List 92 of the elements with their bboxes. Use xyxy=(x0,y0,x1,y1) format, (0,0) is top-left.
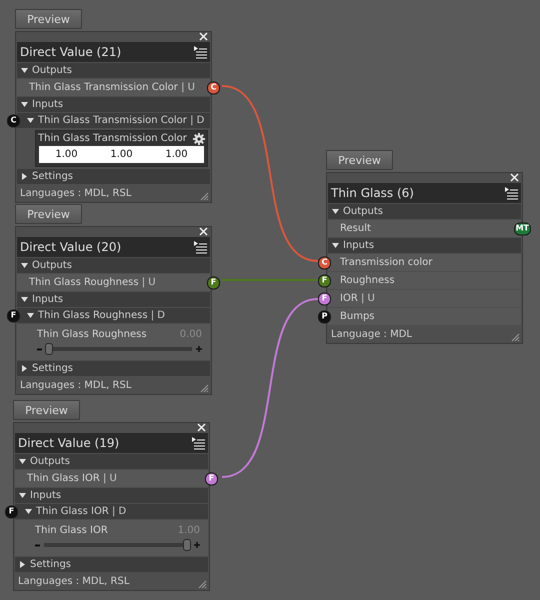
expand-triangle-icon[interactable] xyxy=(27,312,34,319)
input-group-label: Thin Glass Transmission Color | D xyxy=(38,114,204,128)
input-row[interactable]: IOR | U xyxy=(328,290,521,307)
output-row[interactable]: Thin Glass IOR | U xyxy=(15,470,208,487)
section-header[interactable]: Inputs xyxy=(15,488,208,503)
language-label: Languages : MDL, RSL xyxy=(20,188,132,199)
expand-triangle-icon[interactable] xyxy=(21,365,28,372)
section-header[interactable]: Outputs xyxy=(17,63,210,78)
slider-thumb[interactable] xyxy=(45,342,53,354)
socket-port[interactable]: F xyxy=(318,274,331,287)
expand-triangle-icon[interactable] xyxy=(21,262,28,269)
section-label: Settings xyxy=(30,558,72,572)
input-group-header[interactable]: Thin Glass Transmission Color | D xyxy=(17,113,210,128)
socket-port[interactable]: C xyxy=(318,256,331,269)
plus-icon[interactable] xyxy=(196,346,202,352)
resize-grip-icon[interactable] xyxy=(511,333,520,342)
expand-triangle-icon[interactable] xyxy=(25,508,32,515)
section-header[interactable]: Settings xyxy=(15,557,208,572)
menu-icon[interactable] xyxy=(504,186,518,200)
section-header[interactable]: Settings xyxy=(17,169,210,184)
section-header[interactable]: Inputs xyxy=(17,292,210,307)
expand-triangle-icon[interactable] xyxy=(19,561,26,568)
plus-icon[interactable] xyxy=(194,542,200,548)
socket-port[interactable]: C xyxy=(207,81,220,94)
input-row[interactable]: Roughness xyxy=(328,272,521,289)
preview-button[interactable]: Preview xyxy=(15,9,82,29)
settings-icon[interactable] xyxy=(193,132,205,144)
menu-icon[interactable] xyxy=(193,240,207,254)
preview-button[interactable]: Preview xyxy=(326,150,393,170)
expand-triangle-icon[interactable] xyxy=(21,173,28,180)
node-title: Direct Value (19) xyxy=(18,436,120,450)
input-group-header[interactable]: Thin Glass Roughness | D xyxy=(17,308,210,323)
expand-triangle-icon[interactable] xyxy=(21,296,28,303)
input-group-label: Thin Glass IOR | D xyxy=(36,505,126,519)
slider-label: Thin Glass IOR xyxy=(35,524,108,536)
preview-button[interactable]: Preview xyxy=(15,204,82,224)
section-label: Settings xyxy=(32,170,74,184)
node-title: Direct Value (21) xyxy=(20,45,122,59)
expand-triangle-icon[interactable] xyxy=(27,117,34,124)
input-group-header[interactable]: Thin Glass IOR | D xyxy=(15,504,208,519)
section-label: Inputs xyxy=(343,239,374,253)
language-label: Languages : MDL, RSL xyxy=(20,380,132,391)
socket-port[interactable]: F xyxy=(7,309,20,322)
section-header[interactable]: Inputs xyxy=(17,97,210,112)
section-label: Outputs xyxy=(343,205,383,219)
socket-port[interactable]: F xyxy=(5,505,18,518)
minus-icon[interactable] xyxy=(37,348,42,350)
section-label: Inputs xyxy=(32,98,64,112)
input-row[interactable]: Transmission color xyxy=(328,254,521,271)
output-row[interactable]: Thin Glass Transmission Color | U xyxy=(17,79,210,96)
close-icon[interactable] xyxy=(510,173,519,182)
section-label: Outputs xyxy=(30,455,70,469)
section-header[interactable]: Outputs xyxy=(17,258,210,273)
section-label: Outputs xyxy=(32,64,72,78)
editor-label: Thin Glass Transmission Color xyxy=(38,132,187,146)
menu-icon[interactable] xyxy=(191,436,205,450)
language-label: Languages : MDL, RSL xyxy=(18,576,130,587)
resize-grip-icon[interactable] xyxy=(198,580,207,589)
expand-triangle-icon[interactable] xyxy=(332,242,339,249)
close-icon[interactable] xyxy=(197,423,206,432)
preview-button[interactable]: Preview xyxy=(13,400,80,420)
expand-triangle-icon[interactable] xyxy=(21,101,28,108)
menu-icon[interactable] xyxy=(193,46,207,58)
expand-triangle-icon[interactable] xyxy=(19,458,26,465)
close-icon[interactable] xyxy=(199,227,208,236)
output-row[interactable]: Thin Glass Roughness | U xyxy=(17,274,210,291)
slider-label: Thin Glass Roughness xyxy=(37,328,147,340)
section-label: Settings xyxy=(32,362,74,376)
expand-triangle-icon[interactable] xyxy=(21,67,28,74)
resize-grip-icon[interactable] xyxy=(200,192,209,201)
section-label: Inputs xyxy=(30,489,62,503)
socket-port[interactable]: F xyxy=(207,276,220,289)
input-row[interactable]: Bumps xyxy=(328,308,521,325)
section-header[interactable]: Outputs xyxy=(15,454,208,469)
section-label: Outputs xyxy=(32,259,72,273)
slider-thumb[interactable] xyxy=(183,538,191,550)
socket-port[interactable]: P xyxy=(318,310,331,323)
expand-triangle-icon[interactable] xyxy=(332,208,339,215)
resize-grip-icon[interactable] xyxy=(200,384,209,393)
section-header[interactable]: Inputs xyxy=(328,238,521,253)
close-icon[interactable] xyxy=(199,32,208,41)
language-label: Language : MDL xyxy=(331,329,412,340)
expand-triangle-icon[interactable] xyxy=(19,492,26,499)
minus-icon[interactable] xyxy=(35,544,40,546)
section-label: Inputs xyxy=(32,293,64,307)
section-header[interactable]: Outputs xyxy=(328,204,521,219)
color-value-field[interactable]: 1.00 1.00 1.00 xyxy=(39,146,204,163)
node-title: Thin Glass (6) xyxy=(331,186,414,200)
socket-port[interactable]: C xyxy=(7,114,20,127)
input-group-label: Thin Glass Roughness | D xyxy=(38,309,165,323)
section-header[interactable]: Settings xyxy=(17,361,210,376)
node-title: Direct Value (20) xyxy=(20,240,122,254)
